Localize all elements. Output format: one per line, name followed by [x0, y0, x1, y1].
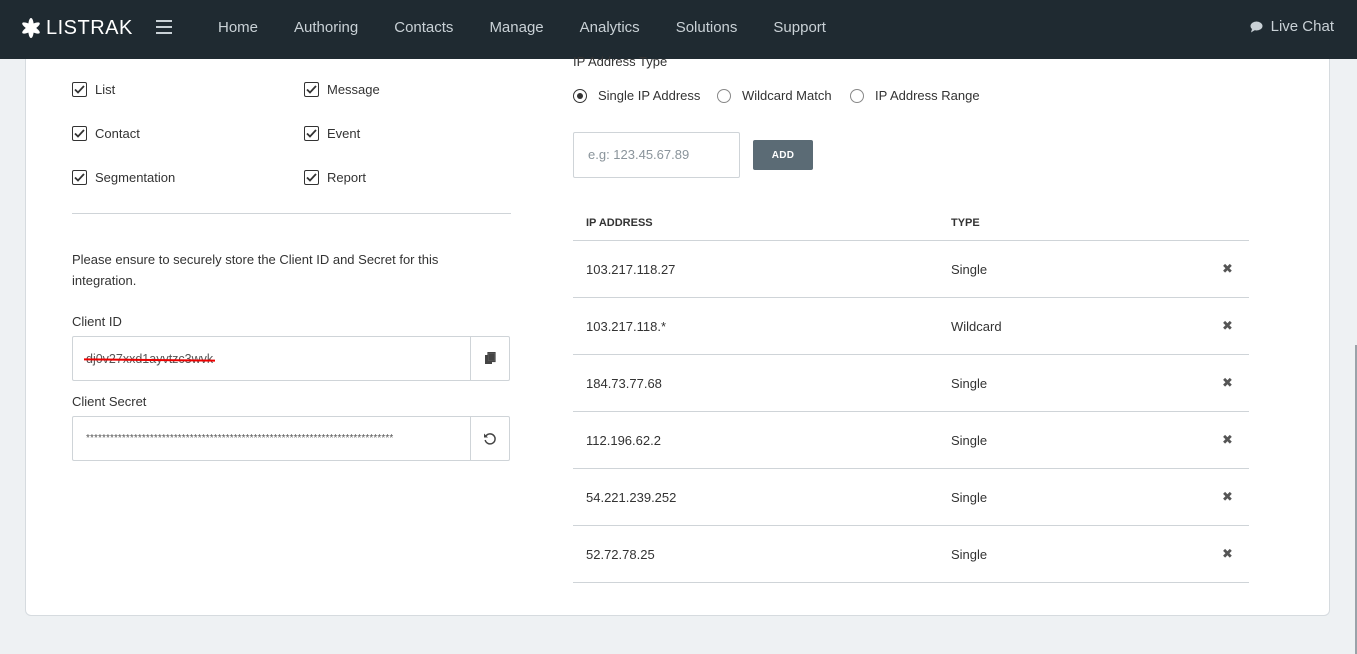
remove-ip-icon[interactable]: ✖: [1222, 432, 1236, 447]
ip-address-cell: 54.221.239.252: [586, 490, 677, 505]
scope-label: Event: [327, 126, 361, 141]
nav-manage[interactable]: Manage: [471, 19, 561, 36]
checkbox-checked-icon: [304, 126, 319, 141]
scope-label: Message: [327, 82, 380, 97]
client-secret-label: Client Secret: [72, 394, 147, 409]
scope-label: Contact: [95, 126, 140, 141]
ip-type-cell: Wildcard: [951, 319, 1002, 334]
checkbox-checked-icon: [304, 82, 319, 97]
client-id-value-container[interactable]: dj0v27xxd1ayvtzc3wvk: [73, 352, 470, 366]
ip-address-cell: 184.73.77.68: [586, 376, 662, 391]
chat-bubble-icon: [1250, 21, 1263, 32]
radio-single-ip[interactable]: Single IP Address: [573, 88, 700, 103]
listrak-asterisk-icon: [22, 18, 40, 38]
ip-type-cell: Single: [951, 547, 988, 562]
table-header: IP ADDRESS TYPE: [573, 211, 1249, 241]
checkbox-checked-icon: [72, 126, 87, 141]
scope-checkbox-event[interactable]: Event: [304, 126, 360, 141]
radio-ip-range[interactable]: IP Address Range: [850, 88, 980, 103]
table-row: 52.72.78.25 Single ✖: [573, 526, 1249, 583]
remove-ip-icon[interactable]: ✖: [1222, 375, 1236, 390]
scope-checkbox-message[interactable]: Message: [304, 82, 380, 97]
ip-address-table: IP ADDRESS TYPE 103.217.118.27 Single ✖ …: [573, 211, 1249, 583]
ip-type-cell: Single: [951, 490, 988, 505]
ip-address-cell: 103.217.118.*: [586, 319, 666, 334]
checkbox-checked-icon: [72, 82, 87, 97]
ip-address-type-label: IP Address Type: [573, 54, 668, 69]
integration-card: List Message Contact Event Segmentation …: [25, 54, 1330, 616]
table-row: 184.73.77.68 Single ✖: [573, 355, 1249, 412]
refresh-icon: [484, 432, 496, 445]
section-divider: [72, 213, 511, 214]
scope-label: Report: [327, 170, 367, 185]
checkbox-checked-icon: [304, 170, 319, 185]
table-row: 103.217.118.27 Single ✖: [573, 241, 1249, 298]
ip-address-cell: 112.196.62.2: [586, 433, 661, 448]
column-header-type: TYPE: [951, 217, 980, 229]
remove-ip-icon[interactable]: ✖: [1222, 489, 1236, 504]
radio-selected-icon: [573, 88, 587, 103]
scope-checkbox-contact[interactable]: Contact: [72, 126, 140, 141]
radio-wildcard-match[interactable]: Wildcard Match: [717, 88, 832, 103]
nav-contacts[interactable]: Contacts: [376, 19, 471, 36]
table-row: 112.196.62.2 Single ✖: [573, 412, 1249, 469]
hamburger-menu-icon[interactable]: [156, 20, 172, 34]
ip-address-cell: 52.72.78.25: [586, 547, 655, 562]
client-secret-value[interactable]: ****************************************…: [73, 433, 470, 444]
ip-type-cell: Single: [951, 433, 988, 448]
nav-home[interactable]: Home: [200, 19, 276, 36]
client-id-label: Client ID: [72, 314, 122, 329]
radio-label: Single IP Address: [598, 88, 701, 103]
scope-checkbox-report[interactable]: Report: [304, 170, 366, 185]
remove-ip-icon[interactable]: ✖: [1222, 546, 1236, 561]
radio-label: IP Address Range: [875, 88, 980, 103]
ip-address-input-wrapper: [573, 132, 740, 178]
main-nav: Home Authoring Contacts Manage Analytics…: [200, 0, 844, 55]
client-id-field: dj0v27xxd1ayvtzc3wvk: [72, 336, 510, 381]
radio-unselected-icon: [850, 88, 864, 103]
ip-type-cell: Single: [951, 262, 988, 277]
scope-label: List: [95, 82, 116, 97]
scope-label: Segmentation: [95, 170, 176, 185]
nav-support[interactable]: Support: [755, 19, 844, 36]
scope-checkbox-segmentation[interactable]: Segmentation: [72, 170, 175, 185]
copy-icon: [485, 352, 496, 364]
ip-type-cell: Single: [951, 376, 988, 391]
client-secret-field: ****************************************…: [72, 416, 510, 461]
column-header-ip-address: IP ADDRESS: [586, 217, 653, 229]
ip-address-input[interactable]: [586, 133, 730, 175]
remove-ip-icon[interactable]: ✖: [1222, 318, 1236, 333]
nav-solutions[interactable]: Solutions: [658, 19, 756, 36]
scope-checkbox-list[interactable]: List: [72, 82, 115, 97]
table-row: 54.221.239.252 Single ✖: [573, 469, 1249, 526]
radio-unselected-icon: [717, 88, 731, 103]
nav-authoring[interactable]: Authoring: [276, 19, 376, 36]
top-nav-bar: LISTRAK Home Authoring Contacts Manage A…: [0, 0, 1357, 59]
listrak-logo[interactable]: LISTRAK: [19, 14, 133, 42]
live-chat-button[interactable]: Live Chat: [1250, 18, 1334, 35]
live-chat-label: Live Chat: [1270, 18, 1334, 35]
table-row: 103.217.118.* Wildcard ✖: [573, 298, 1249, 355]
checkbox-checked-icon: [72, 170, 87, 185]
remove-ip-icon[interactable]: ✖: [1222, 261, 1236, 276]
nav-analytics[interactable]: Analytics: [562, 19, 658, 36]
logo-text: LISTRAK: [46, 16, 133, 39]
copy-client-id-button[interactable]: [470, 337, 509, 380]
regenerate-secret-button[interactable]: [470, 417, 509, 460]
add-ip-button[interactable]: ADD: [753, 140, 813, 170]
client-id-value: dj0v27xxd1ayvtzc3wvk: [86, 351, 214, 366]
radio-label: Wildcard Match: [742, 88, 832, 103]
ip-address-cell: 103.217.118.27: [586, 262, 676, 277]
secure-storage-notice: Please ensure to securely store the Clie…: [72, 252, 439, 288]
